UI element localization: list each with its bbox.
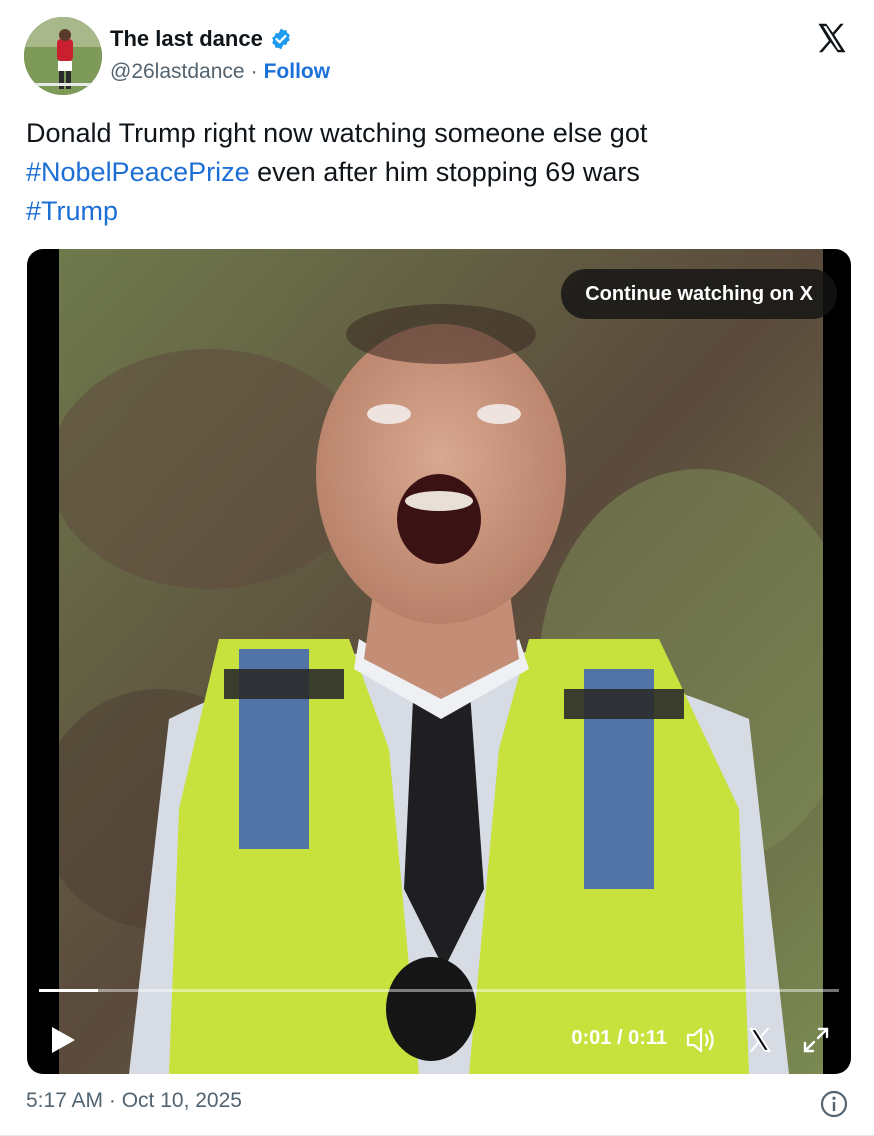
avatar[interactable] bbox=[24, 17, 102, 95]
follow-button[interactable]: Follow bbox=[264, 60, 331, 84]
separator-dot: · bbox=[250, 60, 258, 83]
time-display: 0:01 / 0:11 bbox=[571, 1027, 667, 1049]
info-icon[interactable] bbox=[820, 1090, 848, 1118]
author-handle[interactable]: @26lastdance bbox=[110, 60, 245, 84]
play-icon[interactable] bbox=[49, 1025, 77, 1055]
tweet-text: Donald Trump right now watching someone … bbox=[26, 114, 846, 231]
hashtag-trump[interactable]: #Trump bbox=[26, 196, 118, 226]
x-logo-icon[interactable] bbox=[814, 20, 850, 56]
author-name[interactable]: The last dance bbox=[110, 26, 263, 52]
video-controls: 0:01 / 0:11 bbox=[27, 1019, 851, 1059]
author-handle-row: @26lastdance · Follow bbox=[110, 60, 330, 84]
tweet-line-1: Donald Trump right now watching someone … bbox=[26, 118, 648, 148]
volume-icon[interactable] bbox=[685, 1025, 717, 1055]
tweet-line-2: even after him stopping 69 wars bbox=[249, 157, 640, 187]
verified-badge-icon bbox=[269, 27, 293, 51]
hashtag-nobel[interactable]: #NobelPeacePrize bbox=[26, 157, 250, 187]
tweet-timestamp[interactable]: 5:17 AM · Oct 10, 2025 bbox=[26, 1089, 242, 1113]
progress-bar[interactable] bbox=[39, 989, 839, 992]
fullscreen-icon[interactable] bbox=[801, 1025, 831, 1055]
video-player[interactable]: Continue watching on X 0:01 / 0:11 bbox=[27, 249, 851, 1074]
progress-fill bbox=[39, 989, 99, 992]
x-logo-icon[interactable] bbox=[745, 1025, 775, 1055]
video-frame[interactable] bbox=[59, 249, 823, 1074]
continue-watching-button[interactable]: Continue watching on X bbox=[561, 269, 837, 319]
author-name-row: The last dance bbox=[110, 24, 293, 54]
tweet-header: The last dance @26lastdance · Follow bbox=[0, 0, 874, 110]
